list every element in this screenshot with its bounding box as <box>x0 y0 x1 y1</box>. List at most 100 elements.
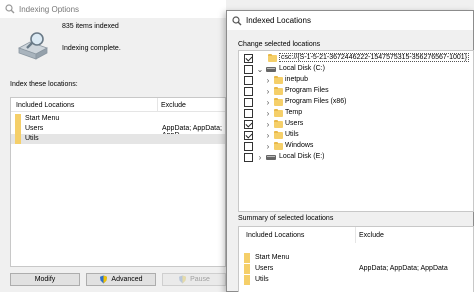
summary-locations-label: Summary of selected locations <box>238 215 334 222</box>
folder-icon <box>244 253 250 263</box>
folder-icon <box>244 264 250 274</box>
table-row-selected[interactable]: Utils <box>11 134 225 144</box>
tree-item[interactable]: › Utils <box>239 130 473 141</box>
items-indexed-count: 835 items indexed <box>62 23 119 30</box>
tree-item[interactable]: ⌄ Local Disk (C:) <box>239 64 473 75</box>
drive-icon <box>266 67 276 72</box>
table-row[interactable]: Users AppData; AppData; AppD <box>11 124 225 139</box>
summary-locations-table[interactable]: Included Locations Exclude Start Menu Us… <box>238 226 474 292</box>
checkbox[interactable] <box>244 131 253 140</box>
chevron-right-icon[interactable]: › <box>264 76 272 85</box>
pause-button-label: Pause <box>190 276 210 283</box>
folder-icon <box>274 87 283 95</box>
location-name: Users <box>25 125 44 132</box>
tree-item[interactable]: › inetpub <box>239 75 473 86</box>
advanced-button[interactable]: Advanced <box>86 273 156 286</box>
tree-item[interactable]: › Program Files (x86) <box>239 97 473 108</box>
indexed-locations-app-icon <box>232 15 242 26</box>
folder-icon <box>244 275 250 285</box>
drive-icon <box>266 155 276 160</box>
modify-button[interactable]: Modify <box>10 273 80 286</box>
pause-button: Pause <box>162 273 226 286</box>
locations-tree[interactable]: csc://{S-1-5-21-3672446222-1547575315-35… <box>238 50 474 212</box>
indexing-options-app-icon <box>5 4 15 14</box>
indexing-options-titlebar: Indexing Options <box>0 0 226 18</box>
location-name: Users <box>255 265 274 272</box>
location-name: Utils <box>255 276 269 283</box>
chevron-right-icon[interactable]: › <box>264 120 272 129</box>
tree-item[interactable]: › Windows <box>239 141 473 152</box>
indexing-options-window: Indexing Options 835 items indexed Index… <box>0 0 226 292</box>
column-divider[interactable] <box>355 227 356 243</box>
column-exclude[interactable]: Exclude <box>359 232 384 239</box>
tree-item-label: Local Disk (C:) <box>279 65 325 72</box>
indexed-locations-title: Indexed Locations <box>246 16 311 25</box>
folder-icon <box>274 109 283 117</box>
tree-item[interactable]: › Users <box>239 119 473 130</box>
indexing-status-text: Indexing complete. <box>62 45 121 52</box>
folder-icon <box>15 114 21 124</box>
chevron-right-icon[interactable]: › <box>256 153 264 162</box>
tree-item[interactable]: › Program Files <box>239 86 473 97</box>
folder-icon <box>274 98 283 106</box>
folder-icon <box>15 124 21 134</box>
checkbox[interactable] <box>244 142 253 151</box>
table-row[interactable]: Start Menu <box>239 253 473 263</box>
chevron-down-icon[interactable]: ⌄ <box>256 65 264 74</box>
folder-icon <box>274 120 283 128</box>
drive-magnifier-icon <box>16 30 50 64</box>
checkbox[interactable] <box>244 76 253 85</box>
advanced-button-label: Advanced <box>111 276 143 283</box>
tree-item-label: Users <box>285 120 304 127</box>
indexed-locations-dialog: Indexed Locations Change selected locati… <box>226 10 474 292</box>
folder-icon <box>274 76 283 84</box>
tree-item-label: Utils <box>285 131 299 138</box>
tree-item-label: Local Disk (E:) <box>279 153 325 160</box>
tree-item[interactable]: csc://{S-1-5-21-3672446222-1547575315-35… <box>239 53 473 64</box>
change-locations-label: Change selected locations <box>238 41 321 48</box>
indexed-locations-titlebar: Indexed Locations <box>227 11 473 31</box>
folder-icon <box>274 131 283 139</box>
table-row[interactable]: Utils <box>239 275 473 285</box>
index-locations-label: Index these locations: <box>10 81 78 88</box>
checkbox[interactable] <box>244 54 253 63</box>
chevron-right-icon[interactable]: › <box>264 142 272 151</box>
tree-item[interactable]: › Local Disk (E:) <box>239 152 473 163</box>
column-exclude[interactable]: Exclude <box>161 102 186 109</box>
checkbox[interactable] <box>244 87 253 96</box>
table-header: Included Locations Exclude <box>11 98 225 112</box>
table-row[interactable]: Start Menu <box>11 114 225 124</box>
indexing-options-buttons: Modify Advanced Pause <box>10 273 226 287</box>
tree-item-label: Program Files <box>285 87 329 94</box>
tree-item-label: Windows <box>285 142 314 149</box>
folder-icon <box>15 134 21 144</box>
included-locations-table[interactable]: Included Locations Exclude Start Menu Us… <box>10 97 226 267</box>
tree-item-label: Temp <box>285 109 303 116</box>
index-status-area: 835 items indexed Indexing complete. <box>14 20 224 70</box>
column-included-locations[interactable]: Included Locations <box>246 232 304 239</box>
tree-item-label: Program Files (x86) <box>285 98 347 105</box>
column-included-locations[interactable]: Included Locations <box>16 102 74 109</box>
tree-item[interactable]: › Temp <box>239 108 473 119</box>
checkbox[interactable] <box>244 65 253 74</box>
checkbox[interactable] <box>244 109 253 118</box>
chevron-right-icon[interactable]: › <box>264 98 272 107</box>
location-exclude: AppData; AppData; AppData <box>359 265 448 272</box>
chevron-right-icon[interactable]: › <box>264 109 272 118</box>
chevron-right-icon[interactable]: › <box>264 131 272 140</box>
checkbox[interactable] <box>244 120 253 129</box>
location-name: Start Menu <box>25 115 60 122</box>
indexing-options-title: Indexing Options <box>19 4 80 14</box>
shield-icon <box>178 275 187 284</box>
checkbox[interactable] <box>244 98 253 107</box>
chevron-right-icon[interactable]: › <box>264 87 272 96</box>
shield-icon <box>99 275 108 284</box>
location-name: Start Menu <box>255 254 290 261</box>
folder-icon <box>268 54 277 62</box>
folder-icon <box>274 142 283 150</box>
table-row[interactable]: Users AppData; AppData; AppData <box>239 264 473 274</box>
tree-item-label: csc://{S-1-5-21-3672446222-1547575315-35… <box>279 53 470 62</box>
checkbox[interactable] <box>244 153 253 162</box>
column-divider[interactable] <box>157 98 158 112</box>
tree-item-label: inetpub <box>285 76 308 83</box>
